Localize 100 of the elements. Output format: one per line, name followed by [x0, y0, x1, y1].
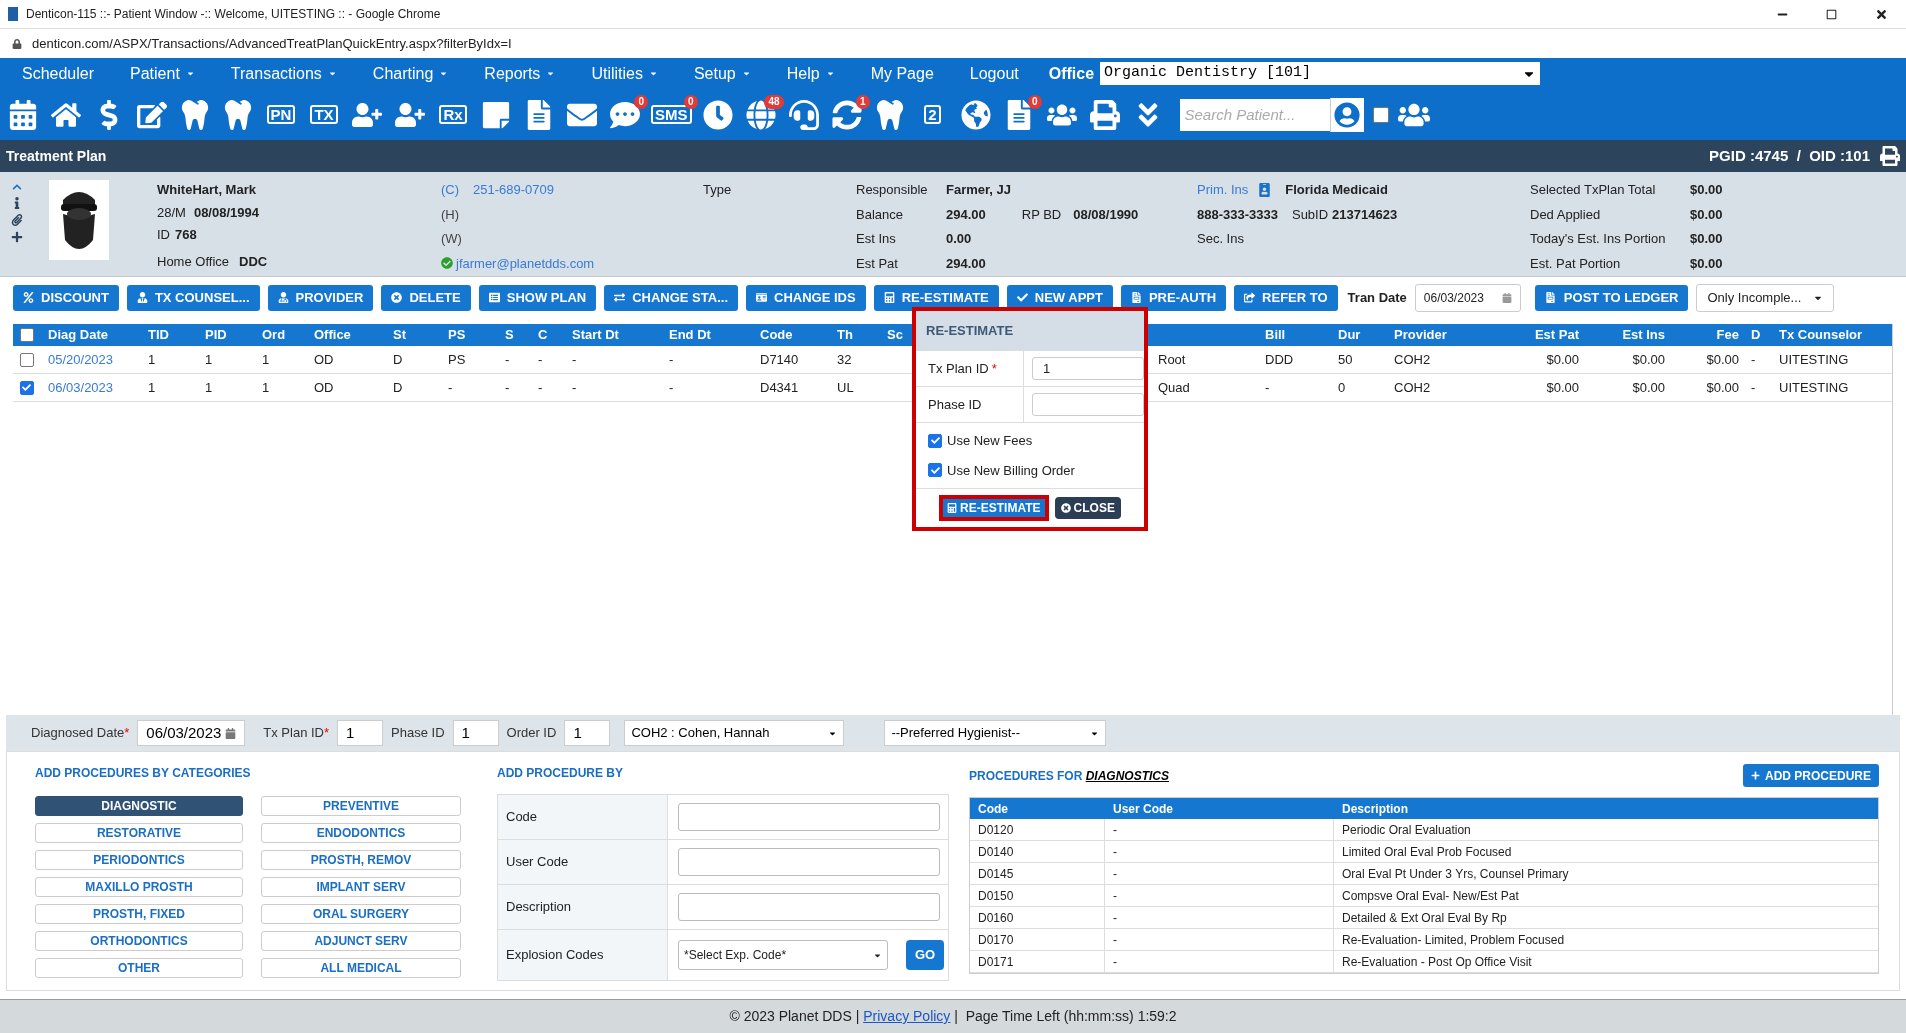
privacy-policy-link[interactable]: Privacy Policy — [863, 1008, 951, 1024]
provider-select[interactable]: COH2 : Cohen, Hannah — [624, 720, 845, 746]
phone-number[interactable]: 251-689-0709 — [473, 180, 554, 200]
column-header[interactable]: Est Pat — [1501, 325, 1585, 345]
category-button[interactable]: PROSTH, REMOV — [261, 850, 461, 870]
category-button[interactable]: PROSTH, FIXED — [35, 904, 243, 924]
menu-item[interactable]: Reports — [484, 61, 556, 86]
menu-item[interactable]: Patient — [130, 61, 195, 86]
category-button[interactable]: PREVENTIVE — [261, 796, 461, 816]
column-header[interactable]: Est Ins — [1585, 325, 1671, 345]
action-button[interactable]: SHOW PLAN — [478, 284, 597, 311]
checkbox[interactable] — [1372, 106, 1389, 123]
category-button[interactable]: IMPLANT SERV — [261, 877, 461, 897]
input-field[interactable] — [678, 848, 940, 876]
category-button[interactable]: ADJUNCT SERV — [261, 931, 461, 951]
prim-ins-link[interactable]: Prim. Ins — [1197, 180, 1249, 200]
search-field[interactable]: Search Patient... — [1179, 98, 1330, 131]
checkbox[interactable] — [928, 463, 942, 478]
hygienist-select[interactable]: --Preferred Hygienist-- — [884, 720, 1107, 746]
menu-item[interactable]: Utilities — [591, 61, 658, 86]
category-button[interactable]: ORAL SURGERY — [261, 904, 461, 924]
tran-date-field[interactable]: 06/03/2023 — [1414, 283, 1521, 312]
re-estimate-button[interactable]: RE-ESTIMATE — [943, 499, 1045, 517]
action-button[interactable]: TX COUNSEL... — [126, 284, 260, 311]
column-header[interactable]: St — [385, 325, 440, 345]
menu-item[interactable]: Logout — [969, 61, 1019, 86]
column-header[interactable]: Code — [970, 799, 1105, 818]
card-icon[interactable] — [1258, 182, 1272, 197]
printer-icon[interactable] — [1880, 146, 1900, 166]
category-button[interactable]: OTHER — [35, 958, 243, 978]
category-button[interactable]: ENDODONTICS — [261, 823, 461, 843]
column-header[interactable]: Diag Date — [40, 325, 140, 345]
post-to-ledger-button[interactable]: POST TO LEDGER — [1534, 284, 1689, 311]
user-search-button[interactable] — [1329, 97, 1364, 132]
maximize-icon[interactable] — [1826, 8, 1837, 20]
phase-field[interactable]: 1 — [452, 720, 499, 746]
column-header[interactable]: Bill — [1259, 325, 1332, 345]
menu-item[interactable]: My Page — [870, 61, 934, 86]
menu-item[interactable]: Help — [786, 61, 835, 86]
category-button[interactable]: PERIODONTICS — [35, 850, 243, 870]
action-button[interactable]: DELETE — [381, 284, 471, 311]
column-header[interactable]: C — [530, 325, 564, 345]
column-header[interactable]: User Code — [1105, 799, 1334, 818]
category-button[interactable]: RESTORATIVE — [35, 823, 243, 843]
menu-item[interactable]: Scheduler — [22, 61, 95, 86]
column-header[interactable]: D — [1745, 325, 1773, 345]
add-icon[interactable] — [11, 231, 23, 243]
column-header[interactable]: Ord — [254, 325, 306, 345]
menu-item[interactable]: Setup — [693, 61, 751, 86]
input-field[interactable]: 1 — [1032, 357, 1144, 380]
date-link[interactable]: 06/03/2023 — [40, 377, 140, 398]
collapse-icon[interactable] — [12, 182, 22, 192]
action-button[interactable]: DISCOUNT — [13, 284, 119, 311]
category-button[interactable]: ALL MEDICAL — [261, 958, 461, 978]
checkbox[interactable] — [19, 352, 34, 367]
column-header[interactable]: Office — [306, 325, 385, 345]
office-select[interactable]: Organic Dentistry [101] — [1100, 62, 1541, 85]
column-header[interactable]: Code — [752, 325, 829, 345]
address-bar[interactable]: denticon.com/ASPX/Transactions/AdvancedTreatPlanQuickEntry.aspx?filterByIdx=I — [32, 33, 512, 54]
column-header[interactable]: TID — [140, 325, 197, 345]
menu-item[interactable]: Transactions — [230, 61, 337, 86]
explosion-code-select[interactable]: *Select Exp. Code* — [678, 940, 888, 970]
action-button[interactable]: REFER TO — [1234, 284, 1338, 311]
action-button[interactable]: CHANGE STA... — [604, 284, 738, 311]
checkbox[interactable] — [19, 328, 34, 342]
filter-select[interactable]: Only Incomple... — [1696, 283, 1835, 312]
info-icon[interactable] — [12, 197, 22, 209]
action-button[interactable]: RE-ESTIMATE — [873, 284, 999, 311]
column-header[interactable]: PID — [197, 325, 254, 345]
column-header[interactable]: S — [497, 325, 530, 345]
column-header[interactable]: Tx Counselor — [1773, 325, 1892, 345]
action-button[interactable]: CHANGE IDS — [746, 284, 866, 311]
add-procedure-button[interactable]: ADD PROCEDURE — [1743, 764, 1879, 787]
input-field[interactable] — [1032, 393, 1144, 416]
paperclip-icon[interactable] — [11, 214, 23, 226]
action-button[interactable]: PRE-AUTH — [1120, 284, 1227, 311]
action-button[interactable]: PROVIDER — [267, 284, 374, 311]
category-button[interactable]: DIAGNOSTIC — [35, 796, 243, 816]
order-field[interactable]: 1 — [564, 720, 611, 746]
diagnosed-date-field[interactable]: 06/03/2023 — [137, 720, 246, 746]
menu-item[interactable]: Charting — [372, 61, 449, 86]
close-button[interactable]: CLOSE — [1054, 497, 1121, 519]
column-header[interactable]: Fee — [1671, 325, 1745, 345]
date-link[interactable]: 05/20/2023 — [40, 349, 140, 370]
column-header[interactable]: PS — [440, 325, 497, 345]
column-header[interactable]: End Dt — [661, 325, 752, 345]
column-header[interactable]: Th — [829, 325, 884, 345]
checkbox[interactable] — [19, 380, 34, 395]
go-button[interactable]: GO — [906, 940, 944, 970]
column-header[interactable]: Description — [1334, 799, 1878, 818]
checkbox[interactable] — [928, 433, 942, 448]
category-button[interactable]: MAXILLO PROSTH — [35, 877, 243, 897]
input-field[interactable] — [678, 893, 940, 921]
column-header[interactable]: Provider — [1388, 325, 1501, 345]
tx-plan-field[interactable]: 1 — [337, 720, 384, 746]
close-icon[interactable] — [1875, 7, 1888, 21]
input-field[interactable] — [678, 803, 940, 831]
category-button[interactable]: ORTHODONTICS — [35, 931, 243, 951]
email-link[interactable]: jfarmer@planetdds.com — [456, 253, 595, 273]
column-header[interactable]: Dur — [1332, 325, 1388, 345]
